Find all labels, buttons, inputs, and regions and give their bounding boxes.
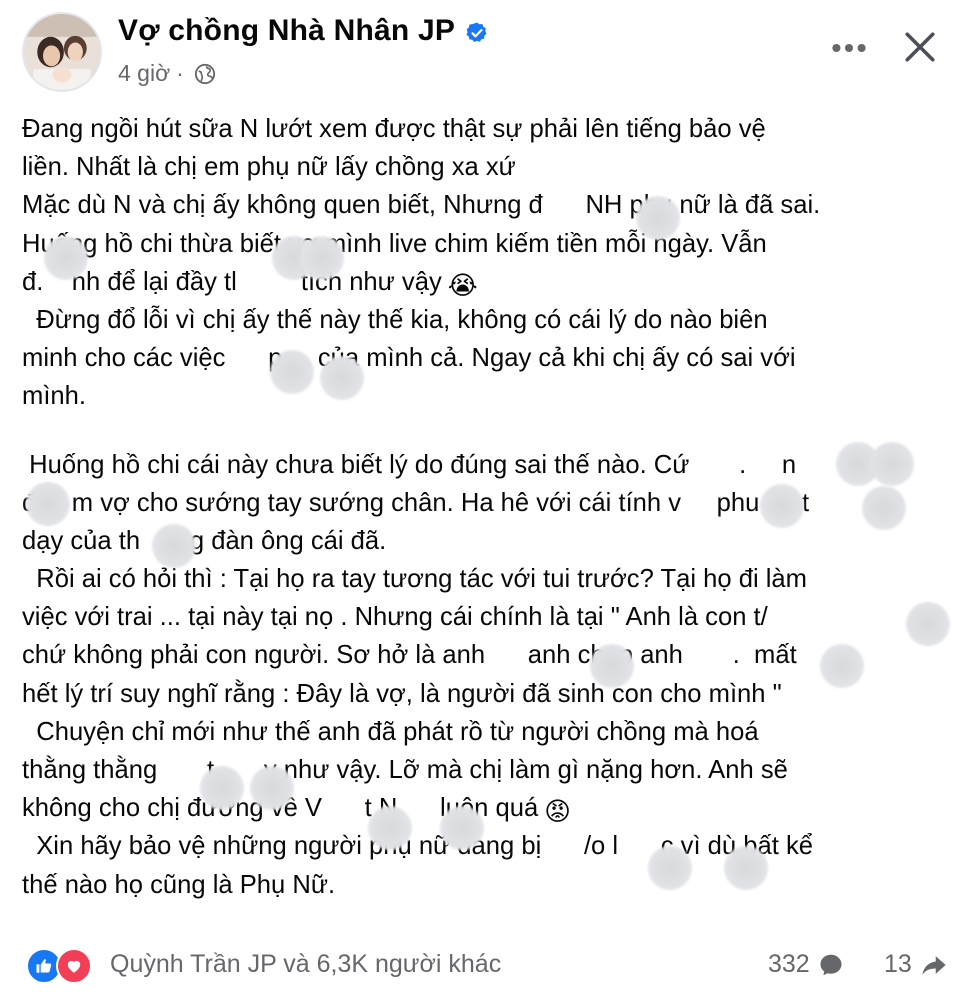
censor-blur bbox=[44, 236, 88, 280]
censor-blur bbox=[724, 846, 768, 890]
censor-blur bbox=[862, 486, 906, 530]
post-line: Xin hãy bảo vệ những người phụ nữ đang b… bbox=[22, 832, 813, 861]
verified-badge-icon bbox=[465, 19, 489, 43]
post-line-text: đ. nh để lại đầy tl tích như vậy bbox=[22, 267, 442, 296]
post-line: Rồi ai có hỏi thì : Tại họ ra tay tương … bbox=[22, 565, 807, 594]
post-line: chứ không phải con người. Sơ hở là anh a… bbox=[22, 641, 797, 670]
post-line: minh cho các việc p của mình cả. Ngay cả… bbox=[22, 344, 796, 373]
post-line-with-emoji: đ. nh để lại đầy tl tích như vậy 😭 bbox=[22, 263, 957, 301]
more-dots-icon bbox=[832, 43, 866, 53]
more-options-button[interactable] bbox=[822, 28, 876, 68]
comments-count: 332 bbox=[768, 950, 810, 978]
close-icon bbox=[905, 32, 935, 62]
post-line: hết lý trí suy nghĩ rằng : Đây là vợ, là… bbox=[22, 679, 782, 708]
post-line: thằng thằng t y như vậy. Lỡ mà chị làm g… bbox=[22, 756, 788, 784]
shares-count-button[interactable]: 13 bbox=[884, 950, 948, 979]
avatar[interactable] bbox=[22, 12, 102, 92]
angry-emoji-icon: 😡 bbox=[544, 798, 571, 827]
avatar-image bbox=[24, 14, 100, 90]
post-line: liền. Nhất là chị em phụ nữ lấy chồng xa… bbox=[22, 153, 516, 182]
censor-blur bbox=[368, 806, 412, 850]
crying-emoji-icon: 😭 bbox=[447, 271, 478, 300]
censor-blur bbox=[440, 806, 484, 850]
post-line: đ m vợ cho sướng tay sướng chân. Ha hê v… bbox=[22, 488, 810, 517]
post-line: Đừng đổ lỗi vì chị ấy thế này thế kia, k… bbox=[22, 305, 768, 334]
post-line-with-emoji: không cho chị đường về V t N luôn quá😡 bbox=[22, 789, 957, 827]
shares-count: 13 bbox=[884, 950, 912, 978]
post-body: Đang ngồi hút sữa N lướt xem được thật s… bbox=[22, 110, 957, 904]
comment-icon bbox=[820, 954, 842, 975]
censor-blur bbox=[906, 602, 950, 646]
post-line: thế nào họ cũng là Phụ Nữ. bbox=[22, 870, 336, 899]
author-name-row: Vợ chồng Nhà Nhân JP bbox=[118, 14, 489, 48]
censor-blur bbox=[820, 644, 864, 688]
censor-blur bbox=[590, 644, 634, 688]
post-line: Huống hồ chi thừa biết vợ mình live chim… bbox=[22, 229, 767, 258]
globe-icon bbox=[194, 63, 216, 85]
censor-blur bbox=[200, 766, 244, 810]
post-line: Chuyện chỉ mới như thế anh đã phát rồ từ… bbox=[22, 717, 759, 746]
censor-blur bbox=[648, 846, 692, 890]
censor-blur bbox=[26, 482, 70, 526]
reactions-summary[interactable]: Quỳnh Trần JP và 6,3K người khác bbox=[110, 950, 501, 979]
censor-blur bbox=[270, 350, 314, 394]
post-meta: 4 giờ · bbox=[118, 60, 216, 87]
share-icon bbox=[922, 955, 946, 975]
censor-blur bbox=[760, 484, 804, 528]
reaction-icons[interactable] bbox=[26, 948, 92, 984]
censor-blur bbox=[152, 524, 196, 568]
meta-dot: · bbox=[176, 60, 184, 86]
censor-blur bbox=[320, 356, 364, 400]
censor-blur bbox=[636, 196, 680, 240]
post-time[interactable]: 4 giờ bbox=[118, 60, 170, 87]
post-line: Huống hồ chi cái này chưa biết lý do đún… bbox=[22, 450, 797, 479]
censor-blur bbox=[870, 442, 914, 486]
censor-blur bbox=[250, 766, 294, 810]
close-button[interactable] bbox=[893, 20, 947, 74]
love-reaction-icon bbox=[56, 948, 92, 984]
censor-blur bbox=[300, 236, 344, 280]
author-name[interactable]: Vợ chồng Nhà Nhân JP bbox=[118, 14, 455, 48]
post-line: Mặc dù N và chị ấy không quen biết, Nhưn… bbox=[22, 191, 821, 220]
post-line: Đang ngồi hút sữa N lướt xem được thật s… bbox=[22, 115, 766, 143]
post-line: mình. bbox=[22, 382, 87, 411]
post-line: việc với trai ... tại này tại nọ . Nhưng… bbox=[22, 603, 804, 632]
comments-count-button[interactable]: 332 bbox=[768, 950, 844, 979]
post-footer: Quỳnh Trần JP và 6,3K người khác 332 13 bbox=[0, 940, 974, 992]
post-header: Vợ chồng Nhà Nhân JP 4 giờ · bbox=[0, 0, 974, 110]
